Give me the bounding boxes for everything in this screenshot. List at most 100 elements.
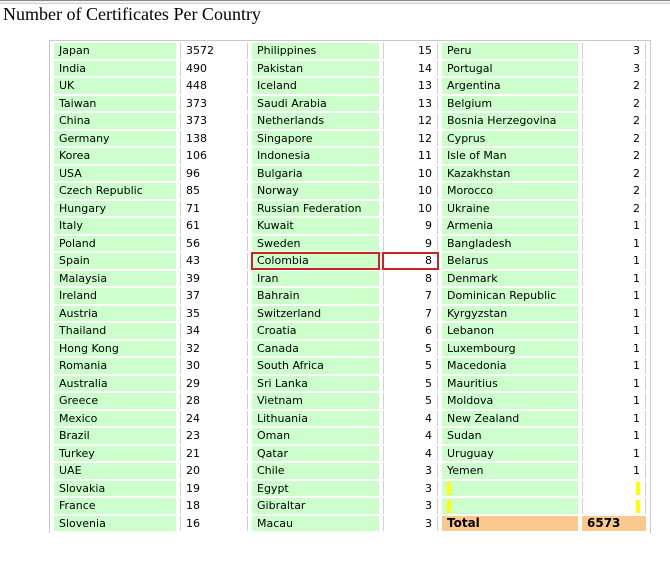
country-cell: UAE <box>54 463 176 479</box>
country-cell: Russian Federation <box>252 200 379 216</box>
total-value: 6573 <box>582 515 646 531</box>
count-cell: 3 <box>383 498 438 514</box>
count-cell: 23 <box>180 428 248 444</box>
country-cell: Gibraltar <box>252 498 379 514</box>
country-cell: Kuwait <box>252 218 379 234</box>
table-row: Ireland 37 Bahrain 7 Dominican Republic 1 <box>54 288 646 304</box>
country-cell: Spain <box>54 253 176 269</box>
count-cell: 2 <box>582 183 646 199</box>
country-cell: Bangladesh <box>442 235 578 251</box>
country-cell: Indonesia <box>252 148 379 164</box>
selected-count-cell: 8 <box>382 252 439 270</box>
count-cell: 35 <box>180 305 248 321</box>
country-cell: Poland <box>54 235 176 251</box>
country-cell: USA <box>54 165 176 181</box>
country-cell: UK <box>54 78 176 94</box>
count-cell: 138 <box>180 130 248 146</box>
count-cell: 10 <box>383 200 438 216</box>
count-cell: 4 <box>383 445 438 461</box>
country-cell: Egypt <box>252 480 379 496</box>
count-cell: 1 <box>582 445 646 461</box>
country-cell: Philippines <box>252 43 379 59</box>
country-cell: Malaysia <box>54 270 176 286</box>
country-cell: Greece <box>54 393 176 409</box>
country-cell: Lebanon <box>442 323 578 339</box>
country-cell: Isle of Man <box>442 148 578 164</box>
count-cell: 1 <box>582 340 646 356</box>
country-cell: Norway <box>252 183 379 199</box>
country-cell: Luxembourg <box>442 340 578 356</box>
country-cell: Italy <box>54 218 176 234</box>
count-cell: 1 <box>582 428 646 444</box>
count-cell: 3 <box>582 43 646 59</box>
table-row: Romania 30 South Africa 5 Macedonia 1 <box>54 358 646 374</box>
count-cell: 19 <box>180 480 248 496</box>
count-cell: 448 <box>180 78 248 94</box>
count-cell: 5 <box>383 375 438 391</box>
count-cell: 1 <box>582 270 646 286</box>
count-cell: 12 <box>383 113 438 129</box>
count-cell: 2 <box>582 165 646 181</box>
country-cell: Uruguay <box>442 445 578 461</box>
country-cell: South Africa <box>252 358 379 374</box>
table-row: Slovenia 16 Macau 3 Total 6573 <box>54 515 646 531</box>
count-cell: 3 <box>582 60 646 76</box>
country-cell: Japan <box>54 43 176 59</box>
count-cell: 3 <box>383 480 438 496</box>
count-cell: 96 <box>180 165 248 181</box>
country-cell: Vietnam <box>252 393 379 409</box>
count-cell: 1 <box>582 218 646 234</box>
count-cell: 32 <box>180 340 248 356</box>
country-cell: Dominican Republic <box>442 288 578 304</box>
count-cell: 7 <box>383 288 438 304</box>
count-cell: 490 <box>180 60 248 76</box>
country-cell: Korea <box>54 148 176 164</box>
count-cell: 43 <box>180 253 248 269</box>
count-cell: 373 <box>180 113 248 129</box>
count-cell: 1 <box>582 253 646 269</box>
country-cell: Macau <box>252 515 379 531</box>
country-cell: Saudi Arabia <box>252 95 379 111</box>
count-cell: 2 <box>582 113 646 129</box>
count-cell: 7 <box>383 305 438 321</box>
table-row: Japan 3572 Philippines 15 Peru 3 <box>54 43 646 59</box>
count-cell: 24 <box>180 410 248 426</box>
count-cell: 3572 <box>180 43 248 59</box>
count-cell: 13 <box>383 95 438 111</box>
count-cell: 37 <box>180 288 248 304</box>
country-cell: Belgium <box>442 95 578 111</box>
country-cell: Argentina <box>442 78 578 94</box>
count-cell: 5 <box>383 393 438 409</box>
country-cell: Moldova <box>442 393 578 409</box>
empty-marker <box>636 482 640 496</box>
country-cell: Brazil <box>54 428 176 444</box>
count-cell: 18 <box>180 498 248 514</box>
table-row: Turkey 21 Qatar 4 Uruguay 1 <box>54 445 646 461</box>
empty-marker <box>447 482 451 496</box>
country-cell: Mexico <box>54 410 176 426</box>
table-row: Austria 35 Switzerland 7 Kyrgyzstan 1 <box>54 305 646 321</box>
count-cell: 9 <box>383 218 438 234</box>
table-row: Slovakia 19 Egypt 3 <box>54 480 646 496</box>
country-cell: Croatia <box>252 323 379 339</box>
total-label: Total <box>442 515 578 531</box>
count-cell: 373 <box>180 95 248 111</box>
count-cell: 10 <box>383 165 438 181</box>
count-cell: 106 <box>180 148 248 164</box>
country-cell: Czech Republic <box>54 183 176 199</box>
empty-country-cell <box>442 480 578 496</box>
count-cell: 85 <box>180 183 248 199</box>
country-cell: Turkey <box>54 445 176 461</box>
table-row: USA 96 Bulgaria 10 Kazakhstan 2 <box>54 165 646 181</box>
country-cell: Thailand <box>54 323 176 339</box>
country-cell: Mauritius <box>442 375 578 391</box>
certificates-table: Japan 3572 Philippines 15 Peru 3 India 490 Pakis… <box>49 40 651 533</box>
count-cell: 1 <box>582 358 646 374</box>
country-cell: Singapore <box>252 130 379 146</box>
count-cell: 29 <box>180 375 248 391</box>
count-cell: 1 <box>582 393 646 409</box>
country-cell: Australia <box>54 375 176 391</box>
country-cell: Switzerland <box>252 305 379 321</box>
page-title: Number of Certificates Per Country <box>3 4 261 24</box>
count-cell: 1 <box>582 410 646 426</box>
